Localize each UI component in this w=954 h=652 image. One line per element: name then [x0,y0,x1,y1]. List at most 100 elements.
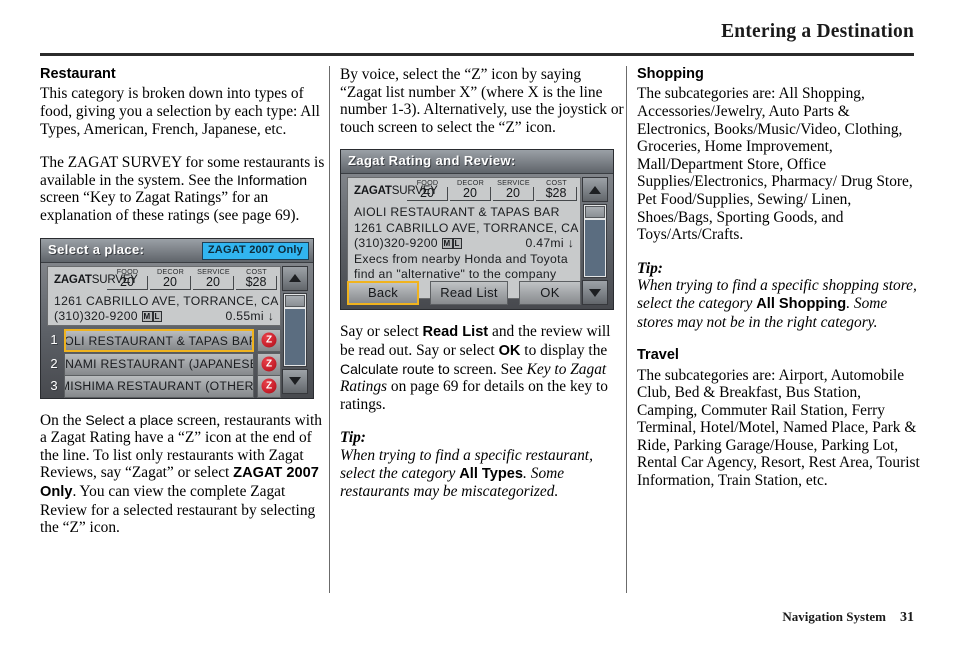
list-item-button[interactable]: MISHIMA RESTAURANT (OTHER) [64,374,254,398]
rating-food-value: 20 [407,187,448,202]
restaurant-paragraph-1: This category is broken down into types … [40,85,320,138]
scroll-down-button[interactable] [282,368,308,394]
footer-page-number: 31 [900,610,914,625]
rating-cost-value: $28 [236,275,277,290]
section-heading-shopping: Shopping [637,66,704,82]
zagat-ratings-row: ZAGATSURVEY FOOD 20 DECOR 20 SERVICE 20 [48,267,280,294]
column-two: By voice, select the “Z” icon by saying … [340,66,626,501]
zagat-survey-text-b: screen “Key to Zagat Ratings” for an exp… [40,189,300,224]
column-divider-2 [626,66,627,593]
restaurant-paragraph-2: The ZAGAT SURVEY for some restaurants is… [40,154,326,224]
page-footer: Navigation System 31 [40,609,914,626]
page-header: Entering a Destination [40,22,914,42]
list-item-label: ONAMI RESTAURANT (JAPANESE) [64,356,254,371]
zagat-2007-only-badge[interactable]: ZAGAT 2007 Only [201,241,309,261]
list-item-number: 3 [50,377,58,393]
all-shopping-bold: All Shopping [756,295,847,312]
back-button[interactable]: Back [347,281,419,306]
read-list-text-d: screen. See [449,360,527,378]
ok-bold: OK [498,342,521,359]
zagat-z-icon-letter: Z [261,378,277,394]
rating-decor-value: 20 [150,275,191,290]
scrollbar-fill [285,308,305,365]
select-place-scrollbar[interactable] [282,265,308,394]
ok-button[interactable]: OK [519,281,581,306]
section-heading-travel: Travel [637,347,679,364]
triangle-up-icon [589,185,601,194]
triangle-up-icon [289,274,301,283]
navshot-title-text: Zagat Rating and Review: [348,153,516,169]
scrollbar-thumb[interactable] [285,294,305,307]
tip-label-shopping: Tip: [637,259,663,277]
list-item-label: MISHIMA RESTAURANT (OTHER) [64,378,254,393]
select-place-distance: 0.55mi ↓ [225,309,274,324]
travel-subcategories-paragraph: The subcategories are: Airport, Automobi… [637,366,920,490]
select-a-place-screen-label: Select a place [85,411,174,428]
rating-cost: COST $28 [536,179,577,202]
triangle-down-icon [289,377,301,386]
zagat-ratings-row: ZAGATSURVEY FOOD 20 DECOR 20 SERVICE 20 [348,178,580,205]
voice-select-paragraph: By voice, select the “Z” icon by saying … [340,66,624,136]
list-item-button[interactable]: ONAMI RESTAURANT (JAPANESE) [64,352,254,376]
select-place-distance-value: 0.55mi [225,309,264,324]
list-item-label: AIOLI RESTAURANT & TAPAS BAR ( [64,333,252,348]
scroll-up-button[interactable] [282,265,308,291]
header-divider-rule [40,53,914,56]
zagat-review-scrollbar[interactable] [582,177,608,306]
rating-service: SERVICE 20 [193,267,234,290]
rating-service: SERVICE 20 [493,179,534,202]
zagat-review-distance-value: 0.47mi [525,236,564,251]
screenshot-zagat-rating-review: Zagat Rating and Review: ZAGATSURVEY FOO… [340,149,614,311]
zagat-review-address: 1261 CABRILLO AVE, TORRANCE, CA [354,220,579,235]
zagat-review-line-1: Execs from nearby Honda and Toyota [354,251,568,266]
scrollbar-thumb[interactable] [585,206,605,219]
read-list-bold: Read List [422,324,489,341]
column-divider-1 [329,66,330,593]
triangle-down-icon [589,288,601,297]
tip-body-shopping: When trying to find a specific shopping … [637,277,923,331]
footer-label: Navigation System [782,609,886,624]
list-item-button[interactable]: AIOLI RESTAURANT & TAPAS BAR ( [64,328,254,352]
scroll-down-button[interactable] [582,280,608,306]
list-flag-icon: L [152,311,162,323]
table-row[interactable]: 2 ONAMI RESTAURANT (JAPANESE) Z [47,352,281,377]
select-place-text-c: . You can view the complete Zagat Review… [40,482,316,537]
select-place-address: 1261 CABRILLO AVE, TORRANCE, CA [54,293,279,308]
read-list-button[interactable]: Read List [430,281,508,306]
screenshot-select-a-place: Select a place: ZAGAT 2007 Only ZAGATSUR… [40,237,314,399]
zagat-logo-bold: ZAGAT [54,273,92,286]
scrollbar-track[interactable] [583,204,607,279]
zagat-z-icon[interactable]: Z [257,352,281,376]
zagat-review-phone: (310)320-9200 [354,236,438,251]
scrollbar-track[interactable] [283,292,307,367]
select-place-phone-row: (310)320-9200 M L 0.55mi ↓ [54,309,280,325]
navshot-title-text: Select a place: [48,241,145,257]
zagat-z-icon[interactable]: Z [257,374,281,398]
scroll-up-button[interactable] [582,177,608,203]
map-flag-icon: M [141,311,153,323]
restaurant-paragraph-3: On the Select a place screen, restaurant… [40,412,326,537]
shopping-subcategories-paragraph: The subcategories are: All Shopping, Acc… [637,85,913,244]
rating-food-value: 20 [107,275,148,290]
table-row[interactable]: 3 MISHIMA RESTAURANT (OTHER) Z [47,374,281,398]
rating-cost: COST $28 [236,267,277,290]
rating-food: FOOD 20 [407,179,448,202]
navshot-titlebar: Select a place: ZAGAT 2007 Only [41,238,313,263]
read-list-text-c: to display the [520,341,608,359]
zagat-logo-bold: ZAGAT [354,185,392,198]
tip-body-restaurant: When trying to find a specific restauran… [340,447,626,501]
zagat-z-icon[interactable]: Z [257,328,281,352]
rating-service-value: 20 [493,187,534,202]
ratings-group: FOOD 20 DECOR 20 SERVICE 20 COST $28 [407,179,577,202]
zagat-z-icon-letter: Z [261,356,277,372]
table-row[interactable]: 1 AIOLI RESTAURANT & TAPAS BAR ( Z [47,328,281,353]
tip-label-restaurant: Tip: [340,429,366,447]
list-flag-icon: L [452,238,462,250]
calculate-route-label: Calculate route to [340,360,450,377]
zagat-review-phone-row: (310)320-9200 M L 0.47mi ↓ [354,236,580,252]
rating-cost-value: $28 [536,187,577,202]
rating-service-value: 20 [193,275,234,290]
rating-decor-value: 20 [450,187,491,202]
select-place-phone: (310)320-9200 [54,309,138,324]
list-item-number: 1 [50,331,58,347]
